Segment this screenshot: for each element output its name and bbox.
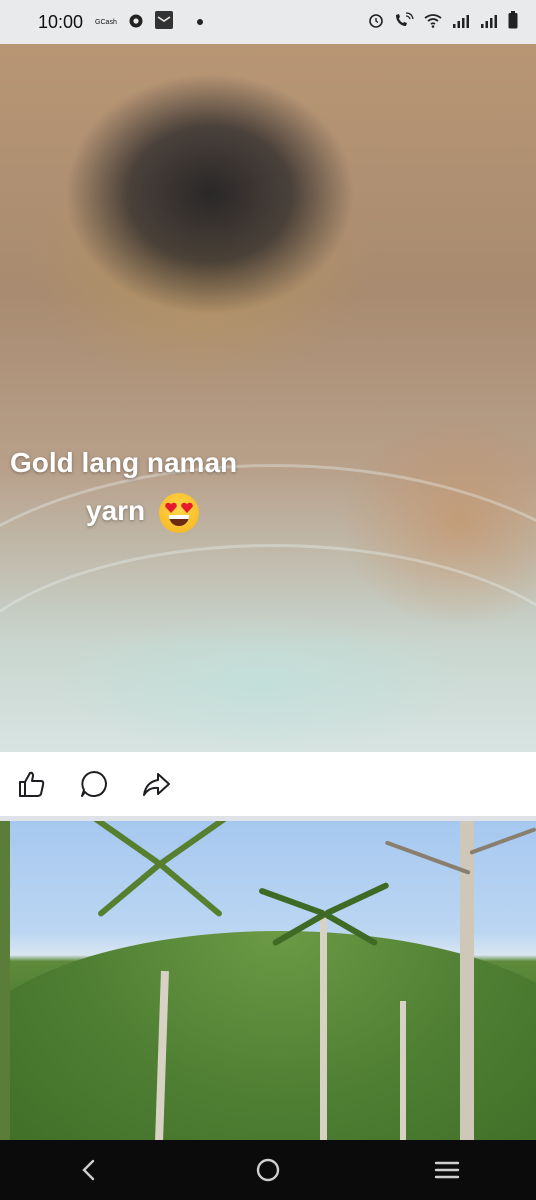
signal-icon-2 — [480, 13, 498, 32]
post-photo[interactable]: Gold lang naman yarn — [0, 44, 536, 752]
clock: 10:00 — [38, 11, 84, 32]
home-button[interactable] — [248, 1150, 288, 1190]
post-caption-line-1: Gold lang naman — [10, 447, 238, 478]
smiling-face-with-heart-eyes-icon — [158, 492, 199, 533]
back-icon — [82, 1159, 95, 1181]
recents-icon — [434, 1161, 459, 1179]
home-icon — [256, 1158, 280, 1182]
share-button[interactable] — [140, 768, 172, 800]
wifi-calling-icon — [394, 12, 414, 32]
wifi-icon — [424, 13, 442, 32]
navigation-bar — [0, 1140, 536, 1200]
palm-frond — [96, 861, 162, 918]
dead-branch — [384, 840, 471, 875]
palm-frond — [158, 861, 224, 918]
recents-button[interactable] — [427, 1150, 467, 1190]
like-button[interactable] — [16, 768, 48, 800]
palm-trunk — [400, 1001, 406, 1140]
signal-icon — [452, 13, 470, 32]
palm-frond — [84, 821, 162, 867]
alarm-icon — [368, 12, 384, 32]
back-button[interactable] — [69, 1150, 109, 1190]
mail-icon — [154, 11, 173, 33]
gcash-icon: GCash — [95, 18, 117, 26]
dead-branch — [469, 827, 536, 855]
comment-button[interactable] — [78, 768, 110, 800]
share-icon — [143, 773, 170, 796]
post-actions — [0, 752, 536, 816]
post-caption-line-2-wrap: yarn — [86, 487, 286, 535]
foreground-frond — [0, 821, 10, 1140]
palm-frond — [323, 881, 390, 917]
notification-dot — [196, 19, 203, 25]
glass-rim-inner — [0, 544, 536, 752]
battery-icon — [508, 11, 518, 33]
comment-icon — [81, 771, 107, 797]
thumbs-up-icon — [19, 771, 45, 797]
status-bar: 10:00 GCash — [0, 0, 536, 44]
chrome-icon — [129, 13, 143, 32]
palm-frond — [158, 821, 236, 867]
palm-frond — [258, 887, 327, 917]
post-caption-line-2: yarn — [86, 495, 146, 526]
palm-trunk — [320, 911, 327, 1140]
post-photo-2[interactable] — [0, 821, 536, 1140]
hill — [0, 931, 536, 1140]
